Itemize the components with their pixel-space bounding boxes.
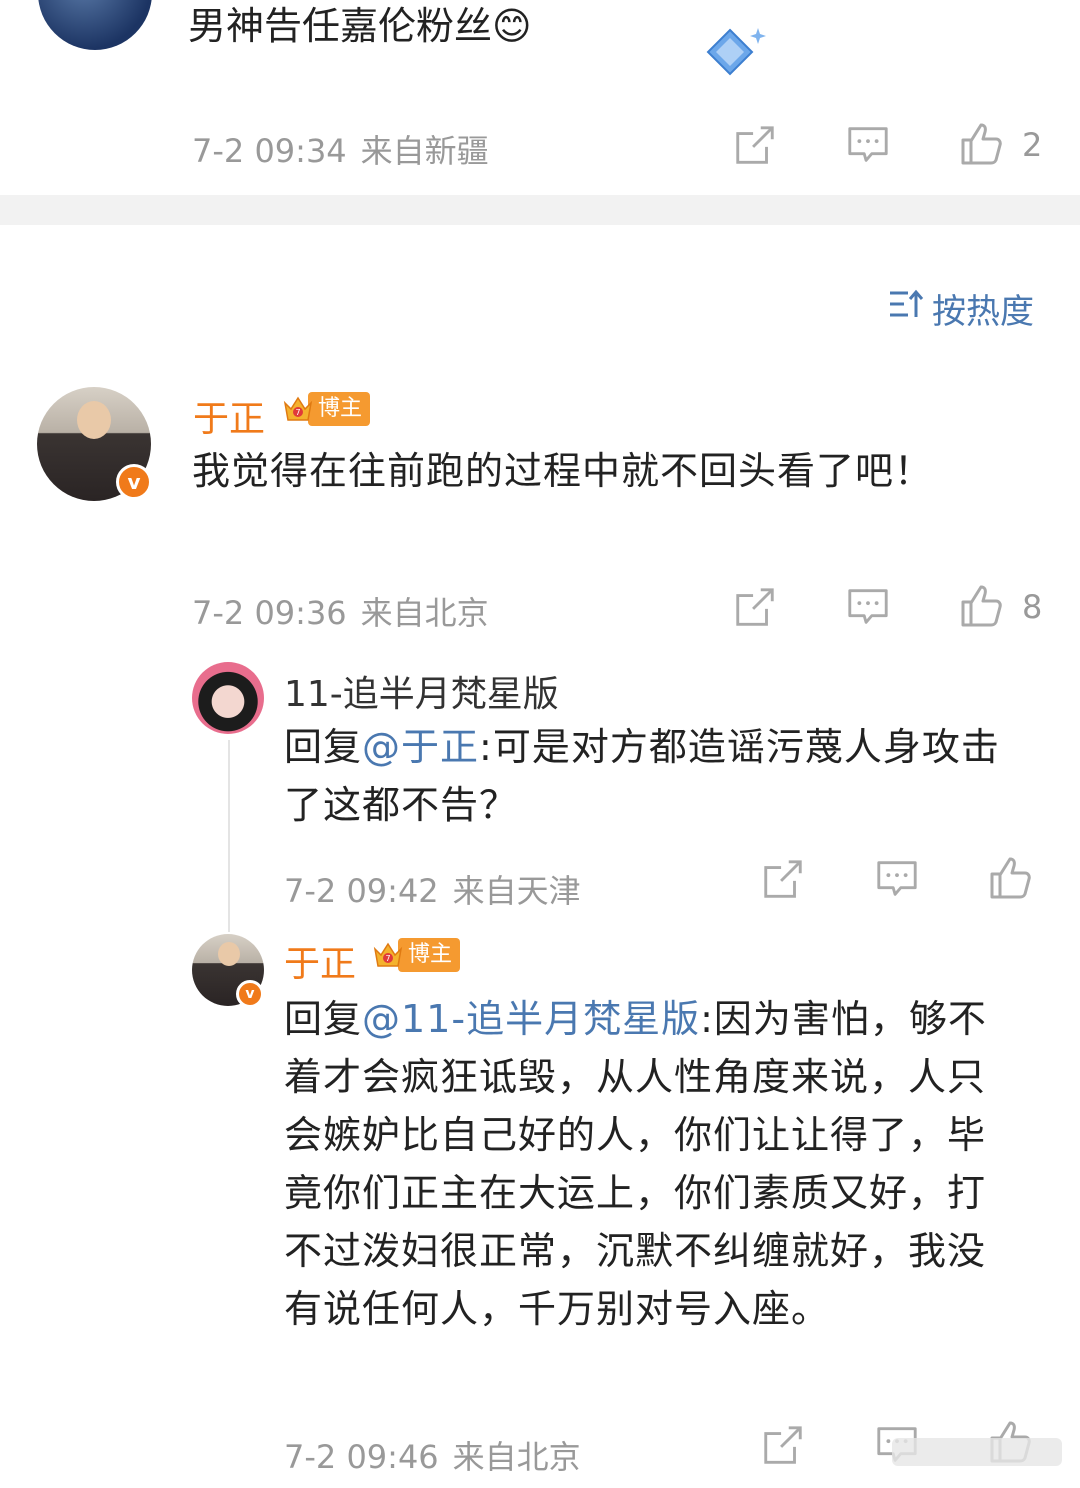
author-name[interactable]: 于正 (284, 935, 356, 987)
comment-meta: 7-2 09:34 来自新疆 (192, 126, 489, 172)
comment-time: 7-2 09:42 (284, 872, 439, 910)
diamond-sticker-icon (700, 24, 770, 88)
crown-icon (282, 393, 314, 425)
comment-time: 7-2 09:34 (192, 132, 347, 170)
share-icon[interactable] (760, 1422, 806, 1472)
section-divider (0, 195, 1080, 225)
comment-location: 来自北京 (452, 1438, 581, 1476)
avatar[interactable] (38, 0, 152, 50)
comment-meta: 7-2 09:36 来自北京 (192, 588, 489, 634)
like-count: 2 (1022, 126, 1043, 164)
verified-v-icon: v (236, 980, 264, 1008)
status-badge: 博主 (372, 938, 461, 972)
comment-text: 男神告任嘉伦粉丝😊 (188, 4, 532, 48)
comment-location: 来自新疆 (360, 132, 489, 170)
like-icon[interactable] (957, 582, 1005, 634)
like-icon[interactable] (957, 120, 1005, 172)
reply-body: :因为害怕，够不着才会疯狂诋毁，从人性角度来说，人只会嫉妒比自己好的人，你们让让… (284, 997, 987, 1331)
mention-link[interactable]: @11-追半月梵星版 (362, 997, 700, 1041)
reply-text: 回复@11-追半月梵星版:因为害怕，够不着才会疯狂诋毁，从人性角度来说，人只会嫉… (284, 990, 1024, 1338)
reply-prefix: 回复 (284, 997, 363, 1041)
like-count: 8 (1022, 588, 1043, 626)
share-icon[interactable] (760, 856, 806, 906)
comment-time: 7-2 09:46 (284, 1438, 439, 1476)
comment-location: 来自北京 (360, 594, 489, 632)
comment-location: 来自天津 (452, 872, 581, 910)
status-badge: 博主 (282, 392, 371, 426)
sort-button[interactable]: 按热度 (888, 284, 1034, 333)
verified-v-icon: v (116, 464, 152, 500)
author-name[interactable]: 11-追半月梵星版 (284, 665, 559, 717)
comment-meta: 7-2 09:42 来自天津 (284, 866, 581, 912)
reply-text: 回复@于正:可是对方都造谣污蔑人身攻击了这都不告？ (284, 718, 1024, 834)
comment-text: 我觉得在往前跑的过程中就不回头看了吧！ (192, 449, 934, 493)
share-icon[interactable] (732, 584, 778, 634)
share-icon[interactable] (732, 122, 778, 172)
sort-label: 按热度 (932, 292, 1034, 332)
comment-icon[interactable] (874, 856, 920, 906)
avatar[interactable] (192, 662, 264, 734)
like-icon[interactable] (986, 854, 1034, 906)
crown-icon (372, 939, 404, 971)
mention-link[interactable]: @于正 (362, 725, 479, 769)
comment-time: 7-2 09:36 (192, 594, 347, 632)
watermark (892, 1434, 1062, 1470)
author-name[interactable]: 于正 (193, 390, 265, 442)
thread-line (228, 740, 230, 932)
sort-icon (888, 287, 926, 330)
comment-icon[interactable] (845, 584, 891, 634)
reply-prefix: 回复 (284, 725, 363, 769)
comment-meta: 7-2 09:46 来自北京 (284, 1432, 581, 1478)
comment-icon[interactable] (845, 122, 891, 172)
